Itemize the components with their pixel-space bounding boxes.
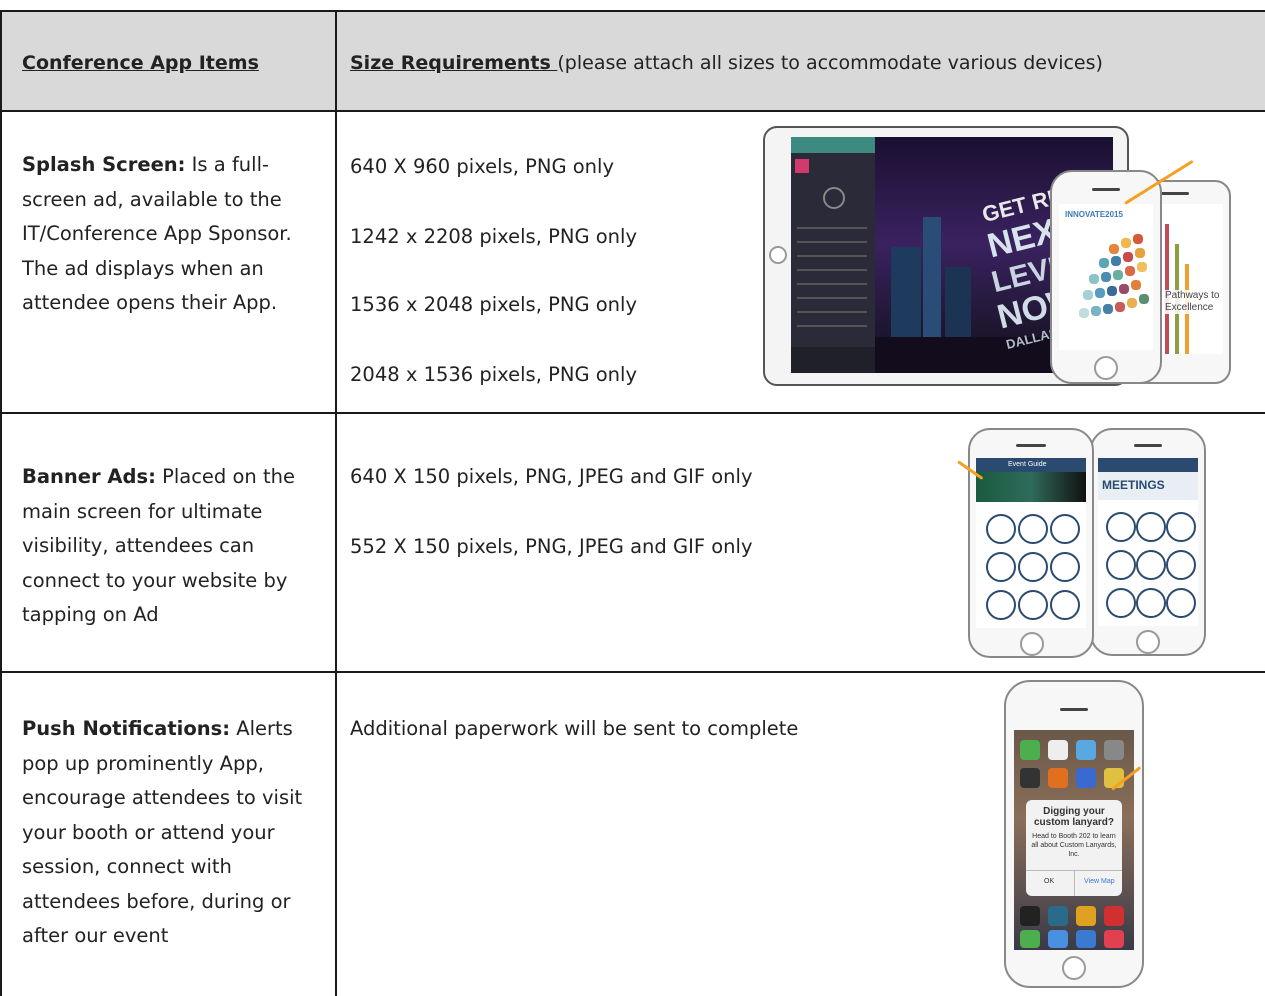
phone-2-text: Pathways to Excellence: [1165, 290, 1223, 314]
banner-ads-desc: Placed on the main screen for ultimate v…: [22, 465, 295, 626]
banner-ad-slot: [976, 472, 1086, 502]
banner-phone-2: MEETINGS: [1090, 428, 1206, 656]
phone-2-speaker: [1159, 192, 1189, 195]
push-notifications-desc: Alerts pop up prominently App, encourage…: [22, 717, 303, 947]
push-phone-speaker: [1060, 708, 1088, 711]
splash-size-3: 1536 x 2048 pixels, PNG only: [350, 293, 637, 316]
table-border-left: [0, 10, 2, 996]
banner-phone-1-speaker: [1016, 444, 1046, 447]
push-phone: Digging your custom lanyard? Head to Boo…: [1004, 680, 1144, 988]
header-col-sizes-note: (please attach all sizes to accommodate …: [557, 52, 1103, 74]
header-col-sizes-label: Size Requirements: [350, 52, 558, 74]
tablet-home-button: [769, 246, 787, 264]
push-size-note: Additional paperwork will be sent to com…: [350, 717, 799, 740]
requirements-table: Conference App Items Size Requirements (…: [0, 0, 1265, 996]
splash-size-1: 640 X 960 pixels, PNG only: [350, 155, 615, 178]
banner-phone-2-screen: MEETINGS: [1098, 458, 1198, 626]
splash-screen-desc: Is a full-screen ad, available to the IT…: [22, 153, 292, 314]
splash-screen-illustration: GET REAL NEXT LEVEL NOW DALLAS 2015 Path…: [745, 112, 1260, 410]
splash-size-4: 2048 x 1536 pixels, PNG only: [350, 363, 637, 386]
banner-phone-2-speaker: [1134, 444, 1162, 447]
header-col-items: Conference App Items: [22, 52, 259, 74]
push-notifications-title: Push Notifications:: [22, 717, 231, 740]
splash-screen-description: Splash Screen: Is a full-screen ad, avai…: [22, 148, 318, 321]
push-alert-title: Digging your custom lanyard?: [1033, 806, 1115, 828]
phone-1-speaker: [1092, 188, 1120, 191]
banner-ads-description: Banner Ads: Placed on the main screen fo…: [22, 460, 318, 633]
splash-size-2: 1242 x 2208 pixels, PNG only: [350, 225, 637, 248]
table-border-top: [0, 10, 1265, 12]
banner-phone-1-home: [1020, 632, 1044, 656]
push-notifications-description: Push Notifications: Alerts pop up promin…: [22, 712, 318, 954]
banner-phone-1-title: Event Guide: [1008, 461, 1047, 468]
push-alert-view-map: View Map: [1084, 878, 1115, 885]
splash-screen-title: Splash Screen:: [22, 153, 186, 176]
banner-size-2: 552 X 150 pixels, PNG, JPEG and GIF only: [350, 535, 753, 558]
row-divider-1: [0, 412, 1265, 414]
banner-phone-1: Event Guide: [968, 428, 1094, 658]
header-col-sizes: Size Requirements (please attach all siz…: [350, 52, 1103, 74]
push-phone-screen: Digging your custom lanyard? Head to Boo…: [1014, 730, 1134, 950]
phone-1-home-button: [1094, 356, 1118, 380]
push-notification-illustration: Digging your custom lanyard? Head to Boo…: [1000, 676, 1150, 990]
banner-size-1: 640 X 150 pixels, PNG, JPEG and GIF only: [350, 465, 753, 488]
banner-phone-2-banner: MEETINGS: [1102, 478, 1165, 492]
column-divider: [335, 10, 337, 996]
push-alert-body: Head to Booth 202 to learn all about Cus…: [1031, 833, 1117, 858]
row-divider-2: [0, 671, 1265, 673]
phone-1-screen: INNOVATE2015: [1059, 204, 1153, 350]
banner-ads-title: Banner Ads:: [22, 465, 156, 488]
phone-1-brand: INNOVATE2015: [1065, 210, 1123, 219]
phone-device-1: INNOVATE2015: [1050, 170, 1162, 384]
banner-phone-1-screen: Event Guide: [976, 458, 1086, 628]
push-phone-home: [1062, 956, 1086, 980]
banner-ads-illustration: MEETINGS Event Guide: [957, 424, 1208, 658]
header-col-items-label: Conference App Items: [22, 52, 259, 74]
push-alert-ok: OK: [1044, 878, 1055, 885]
banner-phone-2-home: [1136, 630, 1160, 654]
push-alert: Digging your custom lanyard? Head to Boo…: [1026, 800, 1122, 896]
app-sidebar: [791, 137, 875, 373]
